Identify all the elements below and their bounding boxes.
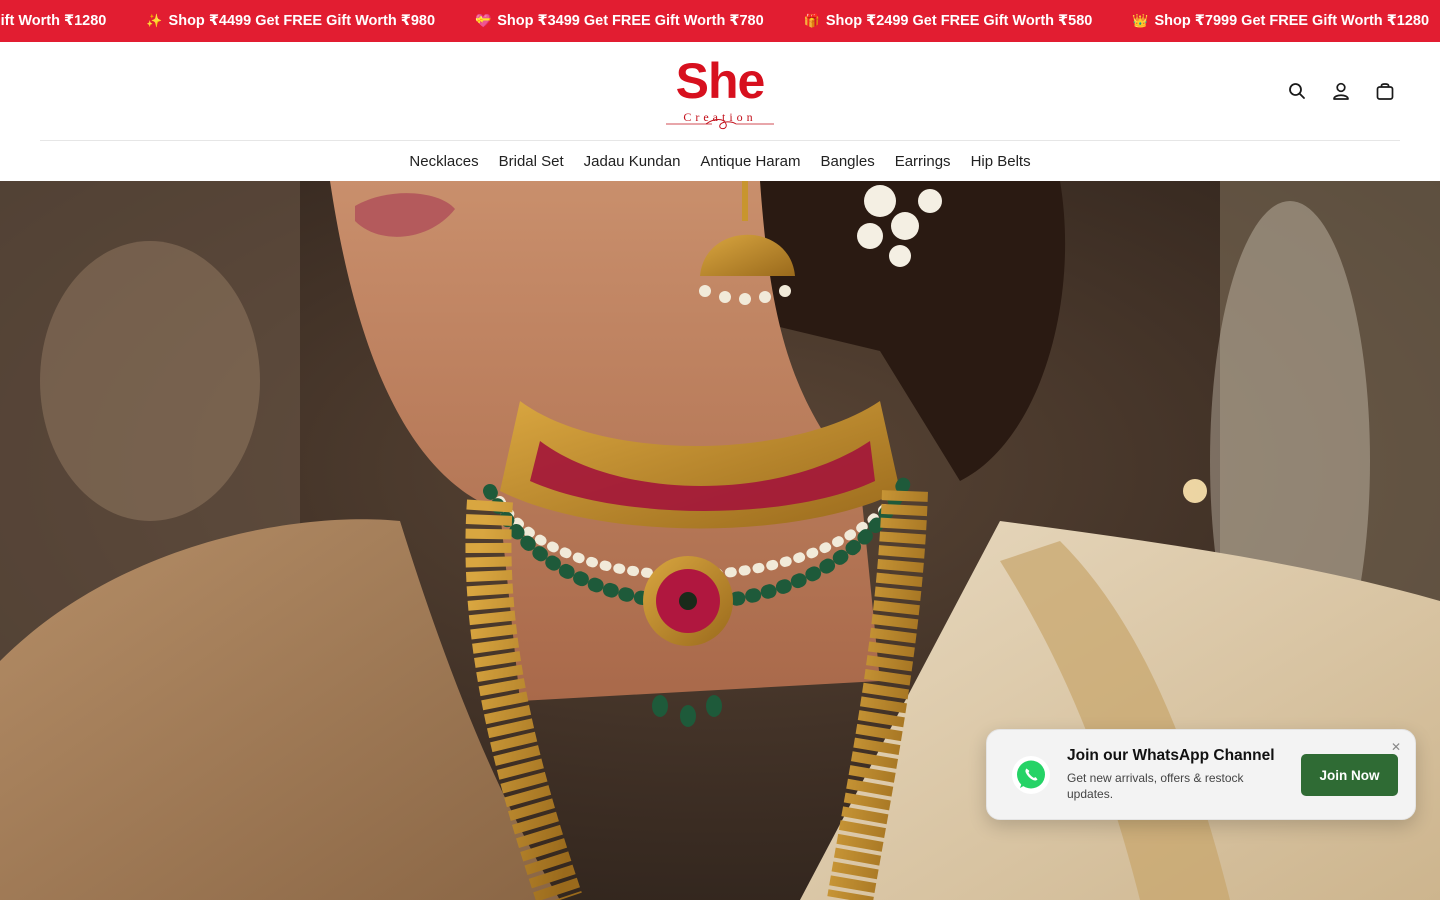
account-icon[interactable] (1330, 80, 1352, 102)
nav-item-earrings[interactable]: Earrings (895, 153, 951, 170)
nav-item-jadau-kundan[interactable]: Jadau Kundan (584, 153, 681, 170)
nav-item-necklaces[interactable]: Necklaces (409, 153, 478, 170)
announcement-item[interactable]: ✨ Shop ₹4499 Get FREE Gift Worth ₹980 (146, 13, 435, 29)
nav-item-bangles[interactable]: Bangles (820, 153, 874, 170)
announcement-item[interactable]: EE Gift Worth ₹1280 (0, 13, 106, 29)
logo-swash-icon (666, 119, 774, 130)
announcement-emoji: 👑 (1132, 13, 1149, 28)
join-now-button[interactable]: Join Now (1301, 754, 1398, 796)
cart-icon[interactable] (1374, 80, 1396, 102)
search-icon[interactable] (1286, 80, 1308, 102)
announcement-emoji: 🎁 (803, 13, 820, 28)
announcement-emoji: ✨ (146, 13, 163, 28)
nav-item-antique-haram[interactable]: Antique Haram (700, 153, 800, 170)
logo-wordmark: She (675, 53, 766, 109)
whatsapp-icon (1012, 756, 1050, 794)
announcement-item[interactable]: 🎁 Shop ₹2499 Get FREE Gift Worth ₹580 (804, 13, 1093, 29)
announcement-text: EE Gift Worth ₹1280 (0, 13, 107, 29)
site-header: She Creation Necklaces Bridal Set Jadau … (0, 42, 1440, 181)
announcement-bar: EE Gift Worth ₹1280 ✨ Shop ₹4499 Get FREE… (0, 0, 1440, 42)
announcement-text: Shop ₹3499 Get FREE Gift Worth ₹780 (497, 13, 764, 29)
whatsapp-description: Get new arrivals, offers & restock updat… (1067, 771, 1244, 801)
header-actions (1286, 80, 1396, 102)
announcement-text: Shop ₹4499 Get FREE Gift Worth ₹980 (168, 13, 436, 29)
announcement-text: Shop ₹7999 Get FREE Gift Worth ₹1280 (1154, 13, 1430, 29)
whatsapp-popup: Join our WhatsApp Channel Get new arriva… (986, 729, 1416, 820)
whatsapp-title: Join our WhatsApp Channel (1067, 747, 1275, 764)
announcement-item[interactable]: 👑 Shop ₹7999 Get FREE Gift Worth ₹1280 (1132, 13, 1429, 29)
brand-logo[interactable]: She Creation (664, 52, 776, 132)
announcement-text: Shop ₹2499 Get FREE Gift Worth ₹580 (825, 13, 1093, 29)
announcement-item[interactable]: 💝 Shop ₹3499 Get FREE Gift Worth ₹780 (475, 13, 764, 29)
announcement-emoji: 💝 (475, 13, 492, 28)
close-icon[interactable]: ✕ (1389, 740, 1403, 754)
nav-item-bridal-set[interactable]: Bridal Set (499, 153, 564, 170)
announcement-track: EE Gift Worth ₹1280 ✨ Shop ₹4499 Get FREE… (0, 0, 1440, 42)
main-nav: Necklaces Bridal Set Jadau Kundan Antiqu… (0, 141, 1440, 181)
nav-item-hip-belts[interactable]: Hip Belts (971, 153, 1031, 170)
